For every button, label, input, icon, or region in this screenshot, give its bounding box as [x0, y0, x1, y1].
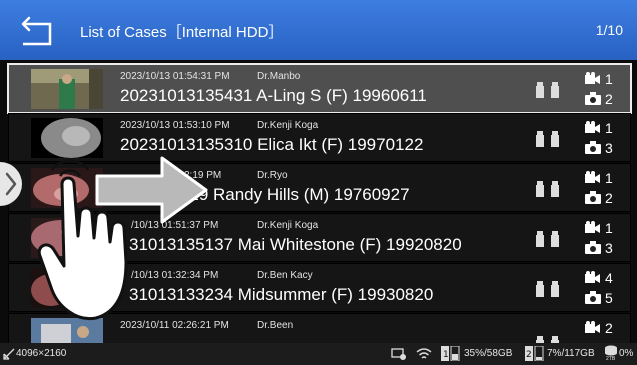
case-doctor: Dr.Kenji Koga — [257, 220, 319, 231]
usb-memory-icon — [536, 231, 559, 247]
hdd-usage: 0% — [619, 348, 634, 359]
camera-icon — [585, 241, 601, 254]
photo-count: 2 — [585, 91, 625, 107]
back-button[interactable] — [20, 14, 60, 48]
video-count: 1 — [585, 170, 625, 186]
case-name: 20231013135310 Elica Ikt (F) 19970122 — [120, 135, 424, 154]
hdd-capacity-caption: 2TB — [606, 356, 616, 362]
photo-count: 3 — [585, 240, 625, 256]
case-name: 20231013135431 A-Ling S (F) 19960611 — [120, 86, 427, 105]
status-bar: 4096×2160 1 35%/58GB 2 7%/117GB 2TB 0% — [0, 343, 637, 365]
case-thumbnail — [31, 168, 103, 208]
resolution-label: 4096×2160 — [16, 348, 67, 359]
video-icon — [585, 271, 600, 283]
photo-count-value: 5 — [605, 290, 613, 306]
case-name: 31013133234 Midsummer (F) 19930820 — [129, 285, 434, 304]
case-row[interactable]: 2023/10/13 01:53:10 PM Dr.Kenji Koga 202… — [8, 113, 631, 162]
case-datetime: 2:19 PM — [184, 170, 222, 181]
case-name: 35219 Randy Hills (M) 19760927 — [161, 185, 410, 204]
case-thumbnail — [31, 268, 103, 308]
camera-icon — [585, 291, 601, 304]
storage-1-icon: 1 — [441, 346, 460, 361]
svg-text:1: 1 — [443, 350, 449, 360]
photo-count-value: 2 — [605, 190, 613, 206]
photo-count-value: 2 — [605, 91, 613, 107]
case-datetime: /10/13 01:51:37 PM — [131, 220, 219, 231]
video-count-value: 1 — [605, 170, 613, 186]
video-icon — [585, 321, 600, 333]
video-icon — [585, 72, 600, 84]
device-settings-icon — [391, 348, 406, 360]
side-panel-tab[interactable] — [0, 162, 22, 206]
case-thumbnail — [31, 69, 103, 109]
wifi-icon — [416, 348, 432, 359]
svg-text:2: 2 — [526, 350, 532, 360]
case-thumbnail — [31, 318, 103, 343]
camera-icon — [585, 92, 601, 105]
storage-2-icon: 2 — [525, 346, 544, 361]
video-icon — [585, 221, 600, 233]
case-datetime: 2023/10/13 01:53:10 PM — [120, 120, 230, 131]
photo-count: 2 — [585, 190, 625, 206]
photo-count-value: 3 — [605, 240, 613, 256]
case-name: 31013135137 Mai Whitestone (F) 19920820 — [129, 235, 462, 254]
usb-memory-icon — [536, 82, 559, 98]
return-arrow-icon — [21, 16, 52, 46]
page-counter: 1/10 — [595, 22, 623, 38]
usb-memory-icon — [536, 131, 559, 147]
video-count-value: 1 — [605, 71, 613, 87]
case-thumbnail — [31, 218, 103, 258]
photo-count-value: 3 — [605, 140, 613, 156]
video-icon — [585, 171, 600, 183]
resolution-icon — [3, 348, 15, 360]
case-row[interactable]: /10/13 01:51:37 PM Dr.Kenji Koga 3101313… — [8, 213, 631, 262]
case-doctor: Dr.Ben Kacy — [257, 270, 313, 281]
video-count-value: 2 — [605, 320, 613, 336]
usb-memory-icon — [536, 336, 559, 343]
case-row[interactable]: /10/13 01:32:34 PM Dr.Ben Kacy 310131332… — [8, 263, 631, 312]
photo-count: 5 — [585, 290, 625, 306]
chevron-right-icon — [5, 172, 17, 196]
case-datetime: /10/13 01:32:34 PM — [131, 270, 219, 281]
case-thumbnail — [31, 118, 103, 158]
header-bar: List of Cases［Internal HDD］ 1/10 — [0, 0, 637, 60]
video-count-value: 1 — [605, 120, 613, 136]
storage-2-usage: 7%/117GB — [547, 348, 595, 359]
video-count: 1 — [585, 120, 625, 136]
camera-icon — [585, 191, 601, 204]
video-count-value: 4 — [605, 270, 613, 286]
case-doctor: Dr.Ryo — [257, 170, 288, 181]
video-count: 2 — [585, 320, 625, 336]
storage-1-usage: 35%/58GB — [464, 348, 513, 359]
photo-count: 3 — [585, 140, 625, 156]
case-datetime: 2023/10/11 02:26:21 PM — [120, 320, 229, 331]
case-datetime: 2023/10/13 01:54:31 PM — [120, 71, 230, 82]
video-icon — [585, 121, 600, 133]
video-count: 1 — [585, 220, 625, 236]
case-doctor: Dr.Been — [257, 320, 294, 331]
page-title: List of Cases［Internal HDD］ — [80, 24, 284, 41]
case-row[interactable]: 2:19 PM Dr.Ryo 35219 Randy Hills (M) 197… — [8, 163, 631, 212]
usb-memory-icon — [536, 181, 559, 197]
video-count: 4 — [585, 270, 625, 286]
case-row[interactable]: 2023/10/11 02:26:21 PM Dr.Been 2 — [8, 313, 631, 343]
case-doctor: Dr.Manbo — [257, 71, 301, 82]
usb-memory-icon — [536, 281, 559, 297]
video-count-value: 1 — [605, 220, 613, 236]
case-row[interactable]: 2023/10/13 01:54:31 PM Dr.Manbo 20231013… — [7, 63, 632, 114]
case-doctor: Dr.Kenji Koga — [257, 120, 319, 131]
video-count: 1 — [585, 71, 625, 87]
case-list[interactable]: 2023/10/13 01:54:31 PM Dr.Manbo 20231013… — [0, 60, 637, 343]
camera-icon — [585, 141, 601, 154]
